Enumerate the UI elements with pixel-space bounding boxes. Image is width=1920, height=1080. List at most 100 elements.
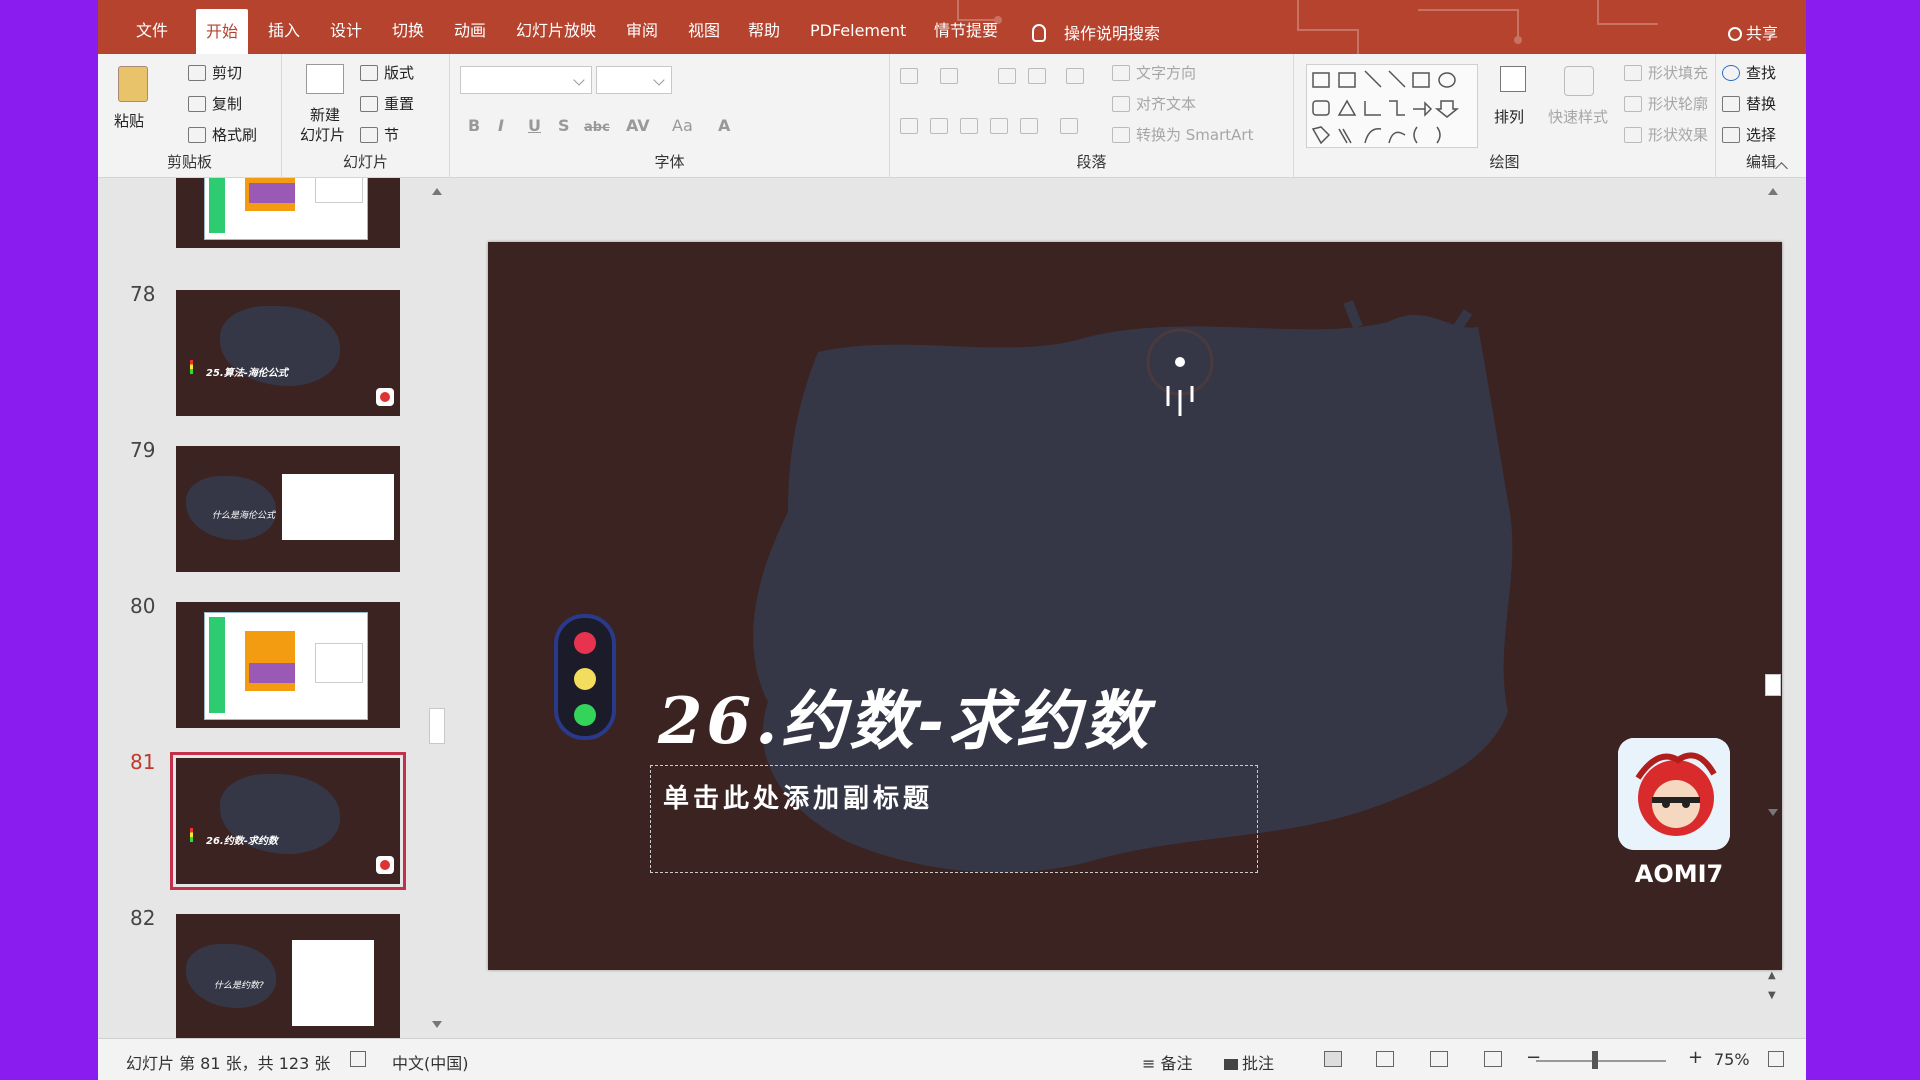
previous-slide-icon[interactable]: ▲ — [1768, 970, 1776, 981]
tab-view[interactable]: 视图 — [678, 0, 730, 54]
replace-button[interactable]: 替换 — [1722, 93, 1776, 114]
person-icon — [1727, 27, 1742, 41]
italic-button[interactable]: I — [498, 116, 504, 135]
language-indicator[interactable]: 中文(中国) — [392, 1050, 469, 1074]
numbering-icon[interactable] — [940, 68, 958, 84]
tab-storyboarding[interactable]: 情节提要 — [924, 0, 1008, 54]
spellcheck-icon[interactable] — [350, 1051, 366, 1067]
slide-thumbnail[interactable] — [176, 178, 400, 248]
new-slide-button[interactable]: 新建 幻灯片 — [292, 60, 362, 146]
subtitle-placeholder[interactable]: 单击此处添加副标题 — [650, 765, 1258, 873]
quick-styles-button[interactable]: 快速样式 — [1546, 62, 1616, 148]
shadow-button[interactable]: S — [558, 116, 570, 135]
copy-button[interactable]: 复制 — [188, 93, 242, 114]
slide-thumbnail[interactable]: 什么是海伦公式 — [176, 446, 400, 572]
slideshow-view-icon[interactable] — [1484, 1051, 1502, 1067]
section-button[interactable]: 节 — [360, 124, 399, 145]
reset-button[interactable]: 重置 — [360, 93, 414, 114]
scroll-up-icon[interactable] — [432, 188, 442, 195]
menu-bar: 文件 开始 插入 设计 切换 动画 幻灯片放映 审阅 视图 帮助 PDFelem… — [98, 0, 1806, 63]
powerpoint-window: 文件 开始 插入 设计 切换 动画 幻灯片放映 审阅 视图 帮助 PDFelem… — [98, 0, 1806, 1080]
zoom-level[interactable]: 75% — [1714, 1050, 1750, 1069]
scroll-down-icon[interactable] — [432, 1021, 442, 1028]
tab-review[interactable]: 审阅 — [616, 0, 668, 54]
tell-me-search[interactable]: 操作说明搜索 — [1032, 20, 1160, 44]
zoom-in-button[interactable]: + — [1688, 1047, 1703, 1068]
thumbnail-title: 25.算法-海伦公式 — [206, 368, 288, 379]
tab-animations[interactable]: 动画 — [444, 0, 496, 54]
line-spacing-icon[interactable] — [1066, 68, 1084, 84]
slide-sorter-icon[interactable] — [1376, 1051, 1394, 1067]
align-left-icon[interactable] — [900, 118, 918, 134]
cut-button[interactable]: 剪切 — [188, 62, 242, 83]
text-direction-button[interactable]: 文字方向 — [1112, 62, 1196, 83]
notes-button[interactable]: ≡ 备注 — [1142, 1050, 1193, 1074]
distribute-icon[interactable] — [1060, 118, 1078, 134]
tab-insert[interactable]: 插入 — [258, 0, 310, 54]
align-text-button[interactable]: 对齐文本 — [1112, 93, 1196, 114]
increase-indent-icon[interactable] — [1028, 68, 1046, 84]
paste-button[interactable]: 粘贴 — [112, 62, 156, 142]
normal-view-icon[interactable] — [1324, 1051, 1342, 1067]
share-button[interactable]: 共享 — [1727, 20, 1778, 44]
arrange-button[interactable]: 排列 — [1492, 62, 1536, 148]
columns-icon[interactable] — [1020, 118, 1038, 134]
bold-button[interactable]: B — [468, 116, 480, 135]
font-name-combo[interactable] — [460, 66, 592, 94]
zoom-slider-thumb[interactable] — [1592, 1051, 1598, 1069]
char-spacing-button[interactable]: AV — [626, 116, 650, 135]
scroll-down-icon[interactable] — [1768, 809, 1778, 816]
tab-pdfelement[interactable]: PDFelement — [800, 0, 916, 54]
tab-file[interactable]: 文件 — [126, 0, 178, 54]
current-slide[interactable]: 26.约数-求约数 单击此处添加副标题 AOMI7 — [488, 242, 1782, 970]
tab-transitions[interactable]: 切换 — [382, 0, 434, 54]
shape-outline-button[interactable]: 形状轮廓 — [1624, 93, 1708, 114]
zoom-slider-track[interactable] — [1536, 1060, 1666, 1062]
tab-slideshow[interactable]: 幻灯片放映 — [506, 0, 606, 54]
shapes-gallery[interactable] — [1306, 64, 1478, 148]
slide-thumbnail-selected[interactable]: 26.约数-求约数 — [170, 752, 406, 890]
decrease-indent-icon[interactable] — [998, 68, 1016, 84]
zoom-out-button[interactable]: − — [1526, 1047, 1541, 1068]
change-case-button[interactable]: Aa — [672, 116, 693, 135]
slide-thumbnail[interactable]: 什么是约数? — [176, 914, 400, 1038]
reading-view-icon[interactable] — [1430, 1051, 1448, 1067]
align-center-icon[interactable] — [930, 118, 948, 134]
scroll-thumb[interactable] — [1765, 674, 1781, 696]
scroll-thumb[interactable] — [429, 708, 445, 744]
shape-effects-button[interactable]: 形状效果 — [1624, 124, 1708, 145]
tab-help[interactable]: 帮助 — [738, 0, 790, 54]
slide-thumbnail[interactable] — [176, 602, 400, 728]
new-slide-label-1: 新建 — [310, 106, 341, 124]
logo-icon — [376, 388, 394, 406]
slide-scrollbar[interactable]: ▲ ▼ — [1762, 178, 1784, 1038]
find-button[interactable]: 查找 — [1722, 62, 1776, 83]
bullets-icon[interactable] — [900, 68, 918, 84]
thumbnail-image — [282, 474, 394, 540]
smartart-button[interactable]: 转换为 SmartArt — [1112, 124, 1253, 145]
thumbnails-scrollbar[interactable] — [426, 178, 448, 1038]
shape-fill-button[interactable]: 形状填充 — [1624, 62, 1708, 83]
scroll-up-icon[interactable] — [1768, 188, 1778, 195]
tab-design[interactable]: 设计 — [320, 0, 372, 54]
slide-thumbnail[interactable]: 25.算法-海伦公式 — [176, 290, 400, 416]
logo-text: AOMI7 — [1634, 860, 1724, 888]
font-size-combo[interactable] — [596, 66, 672, 94]
align-right-icon[interactable] — [960, 118, 978, 134]
quick-styles-label: 快速样式 — [1548, 108, 1609, 126]
comments-button[interactable]: 批注 — [1224, 1050, 1274, 1074]
select-button[interactable]: 选择 — [1722, 124, 1776, 145]
group-paragraph: 文字方向 对齐文本 转换为 SmartArt 段落 — [890, 54, 1294, 178]
slide-title[interactable]: 26.约数-求约数 — [658, 670, 1152, 762]
subtitle-placeholder-text: 单击此处添加副标题 — [663, 784, 934, 814]
layout-button[interactable]: 版式 — [360, 62, 414, 83]
share-label: 共享 — [1745, 24, 1778, 43]
strikethrough-button[interactable]: abc — [584, 120, 610, 135]
fit-to-window-icon[interactable] — [1768, 1051, 1784, 1067]
underline-button[interactable]: U — [528, 116, 541, 135]
next-slide-icon[interactable]: ▼ — [1768, 990, 1776, 1001]
status-bar: 幻灯片 第 81 张，共 123 张 中文(中国) ≡ 备注 批注 − + 75… — [98, 1038, 1806, 1080]
font-color-button[interactable]: A — [718, 116, 730, 135]
justify-icon[interactable] — [990, 118, 1008, 134]
format-painter-button[interactable]: 格式刷 — [188, 124, 257, 145]
